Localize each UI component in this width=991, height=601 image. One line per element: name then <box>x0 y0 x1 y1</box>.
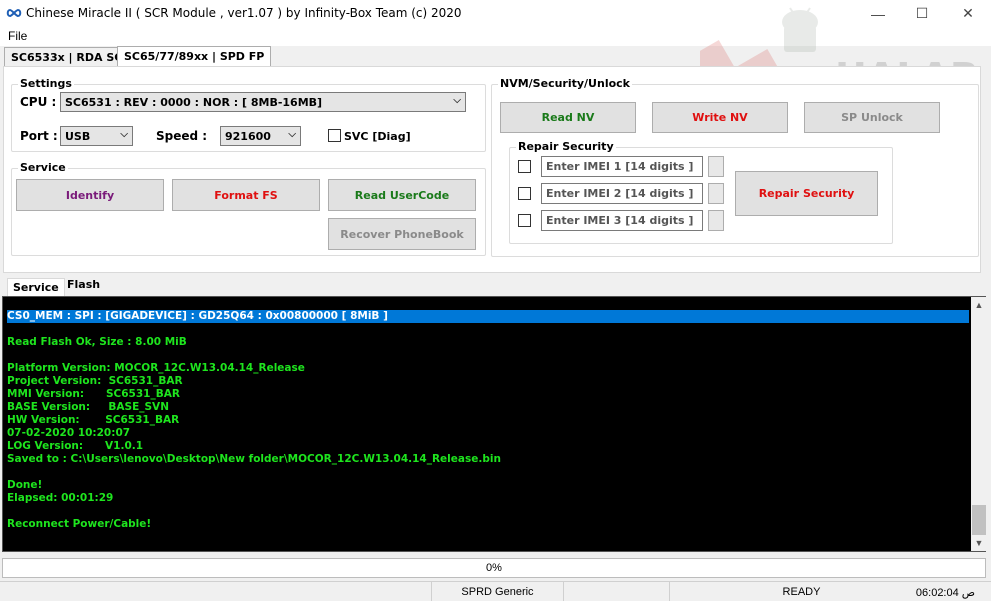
log-line: BASE Version: BASE_SVN <box>7 401 169 413</box>
imei1-checkbox[interactable] <box>518 160 531 173</box>
status-bar: SPRD Generic READY 06:02:04 ص <box>0 581 991 601</box>
port-select[interactable]: USB ⌵ <box>60 126 133 146</box>
imei1-aux-button[interactable] <box>708 156 724 177</box>
status-empty-cell-2 <box>564 582 670 601</box>
log-line: HW Version: SC6531_BAR <box>7 414 180 426</box>
port-select-value: USB <box>65 130 91 143</box>
port-label: Port : <box>20 129 58 143</box>
log-line: Platform Version: MOCOR_12C.W13.04.14_Re… <box>7 362 305 374</box>
cpu-select[interactable]: SC6531 : REV : 0000 : NOR : [ 8MB-16MB] … <box>60 92 466 112</box>
log-line: Project Version: SC6531_BAR <box>7 375 183 387</box>
status-state: READY <box>670 582 934 601</box>
svc-diag-label: SVC [Diag] <box>344 130 411 143</box>
tab-sc65-spd[interactable]: SC65/77/89xx | SPD FP <box>117 46 272 66</box>
log-line: MMI Version: SC6531_BAR <box>7 388 180 400</box>
log-line: Done! <box>7 479 43 491</box>
infinity-logo-icon <box>6 8 22 18</box>
tab-sc6533x-rda[interactable]: SC6533x | RDA SC <box>4 47 130 67</box>
window-title: Chinese Miracle II ( SCR Module , ver1.0… <box>26 6 462 20</box>
status-empty-cell <box>0 582 432 601</box>
status-platform: SPRD Generic <box>432 582 564 601</box>
nvm-security-group-label: NVM/Security/Unlock <box>498 77 632 90</box>
log-lines: CS0_MEM : SPI : [GIGADEVICE] : GD25Q64 :… <box>7 310 969 531</box>
read-nv-button[interactable]: Read NV <box>500 102 636 133</box>
repair-security-button[interactable]: Repair Security <box>735 171 878 216</box>
read-usercode-button[interactable]: Read UserCode <box>328 179 476 211</box>
maximize-button[interactable]: ☐ <box>899 0 945 27</box>
minimize-button[interactable]: — <box>855 0 901 27</box>
main-panel: Settings CPU : SC6531 : REV : 0000 : NOR… <box>3 66 981 273</box>
log-line: Saved to : C:\Users\lenovo\Desktop\New f… <box>7 453 501 465</box>
progress-bar: 0% <box>2 558 986 578</box>
speed-select[interactable]: 921600 ⌵ <box>220 126 301 146</box>
imei2-input[interactable]: Enter IMEI 2 [14 digits ] <box>541 183 703 204</box>
log-line: Read Flash Ok, Size : 8.00 MiB <box>7 336 187 348</box>
sp-unlock-button[interactable]: SP Unlock <box>804 102 940 133</box>
recover-phonebook-button[interactable]: Recover PhoneBook <box>328 218 476 250</box>
scroll-down-icon[interactable]: ▼ <box>971 535 987 551</box>
progress-text: 0% <box>486 562 502 574</box>
chevron-down-icon: ⌵ <box>453 95 461 106</box>
status-time: 06:02:04 ص <box>900 582 991 601</box>
log-line: Elapsed: 00:01:29 <box>7 492 114 504</box>
log-line: LOG Version: V1.0.1 <box>7 440 144 452</box>
format-fs-button[interactable]: Format FS <box>172 179 320 211</box>
tab-service[interactable]: Service <box>7 278 65 296</box>
cpu-label: CPU : <box>20 95 57 109</box>
menu-file[interactable]: File <box>8 29 27 43</box>
imei3-checkbox[interactable] <box>518 214 531 227</box>
log-line: 07-02-2020 10:20:07 <box>7 427 131 439</box>
settings-group-label: Settings <box>18 77 74 90</box>
log-console[interactable]: CS0_MEM : SPI : [GIGADEVICE] : GD25Q64 :… <box>2 296 987 552</box>
menu-bar: File <box>0 27 991 46</box>
chevron-down-icon: ⌵ <box>120 129 128 140</box>
scroll-up-icon[interactable]: ▲ <box>971 297 987 313</box>
speed-select-value: 921600 <box>225 130 271 143</box>
scroll-thumb[interactable] <box>972 505 986 535</box>
imei3-input[interactable]: Enter IMEI 3 [14 digits ] <box>541 210 703 231</box>
log-scrollbar[interactable]: ▲ ▼ <box>971 297 987 551</box>
cpu-select-value: SC6531 : REV : 0000 : NOR : [ 8MB-16MB] <box>65 96 323 109</box>
chevron-down-icon: ⌵ <box>288 129 296 140</box>
repair-security-group-label: Repair Security <box>516 140 616 153</box>
speed-label: Speed : <box>156 129 208 143</box>
imei3-aux-button[interactable] <box>708 210 724 231</box>
close-button[interactable]: ✕ <box>945 0 991 27</box>
service-group-label: Service <box>18 161 68 174</box>
identify-button[interactable]: Identify <box>16 179 164 211</box>
imei2-aux-button[interactable] <box>708 183 724 204</box>
write-nv-button[interactable]: Write NV <box>652 102 788 133</box>
svc-diag-checkbox[interactable] <box>328 129 341 142</box>
imei1-input[interactable]: Enter IMEI 1 [14 digits ] <box>541 156 703 177</box>
tab-flash[interactable]: Flash <box>62 276 105 294</box>
log-line: CS0_MEM : SPI : [GIGADEVICE] : GD25Q64 :… <box>7 310 969 323</box>
log-line: Reconnect Power/Cable! <box>7 518 152 530</box>
imei2-checkbox[interactable] <box>518 187 531 200</box>
title-bar: Chinese Miracle II ( SCR Module , ver1.0… <box>0 0 991 27</box>
